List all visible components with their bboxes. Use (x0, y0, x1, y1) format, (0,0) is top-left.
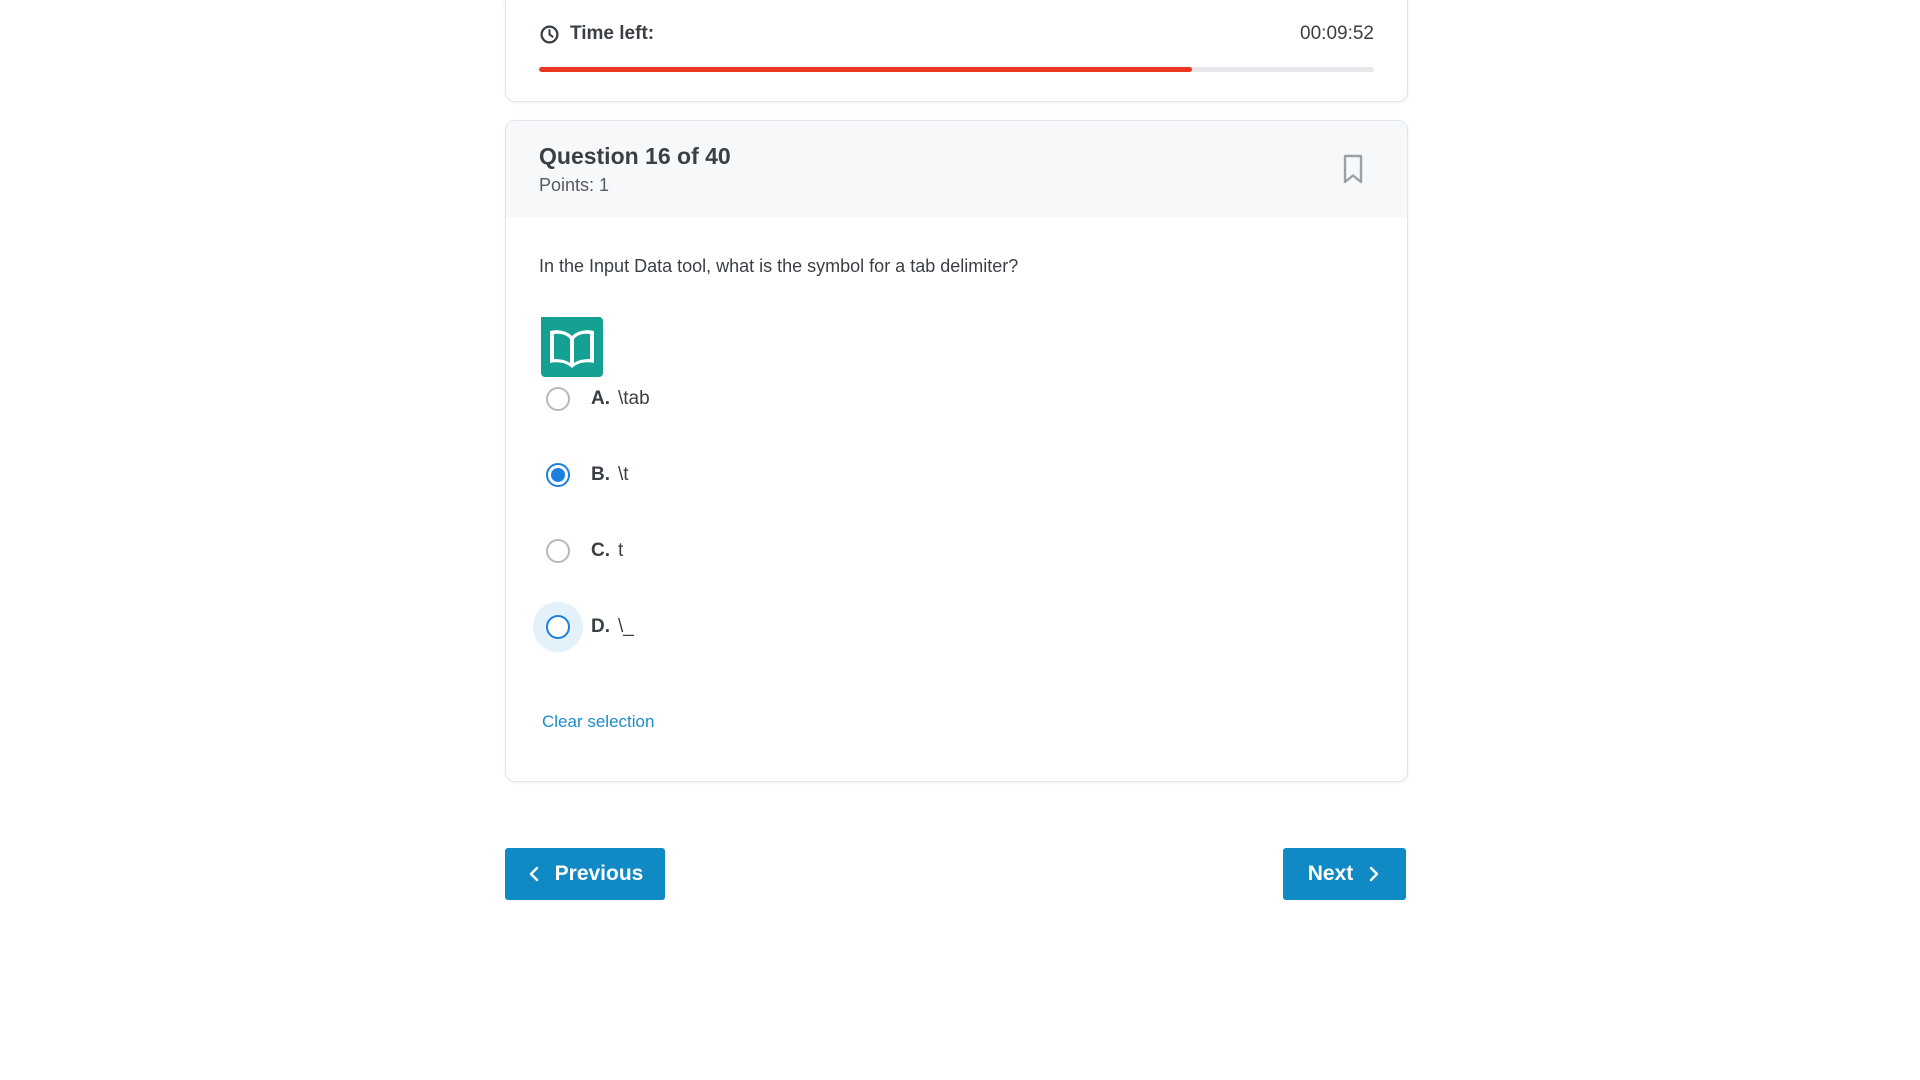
option-a-radio[interactable] (546, 387, 570, 411)
option-d-letter: D. (591, 616, 610, 637)
option-d-text: \_ (618, 616, 634, 637)
next-button[interactable]: Next (1283, 848, 1406, 900)
book-icon (541, 317, 603, 377)
chevron-right-icon (1370, 866, 1379, 882)
timer-row: Time left: 00:09:52 (539, 22, 1374, 46)
question-text: In the Input Data tool, what is the symb… (539, 256, 1019, 276)
bookmark-icon[interactable] (1339, 153, 1367, 185)
option-b-letter: B. (591, 464, 610, 485)
option-b-radio[interactable] (546, 463, 570, 487)
option-c-letter: C. (591, 540, 610, 561)
question-title: Question 16 of 40 (539, 143, 731, 169)
clock-icon (540, 24, 559, 44)
option-a-letter: A. (591, 388, 610, 409)
time-progress-fill (539, 67, 1192, 72)
option-a[interactable]: A. \tab (533, 374, 650, 424)
option-b[interactable]: B. \t (533, 450, 629, 500)
option-d[interactable]: D. \_ (533, 602, 634, 652)
previous-button[interactable]: Previous (505, 848, 665, 900)
option-c-text: t (618, 540, 624, 561)
option-d-radio[interactable] (546, 615, 570, 639)
option-c-radio[interactable] (546, 539, 570, 563)
timer-label-group: Time left: (539, 23, 654, 45)
option-c-radio-wrap[interactable] (533, 526, 583, 576)
question-card: Question 16 of 40 Points: 1 In the Input… (505, 120, 1408, 782)
previous-button-label: Previous (554, 862, 644, 885)
option-b-radio-wrap[interactable] (533, 450, 583, 500)
option-a-radio-wrap[interactable] (533, 374, 583, 424)
clear-selection-link[interactable]: Clear selection (542, 712, 654, 732)
timer-value: 00:09:52 (1300, 23, 1374, 44)
option-d-radio-wrap[interactable] (533, 602, 583, 652)
option-a-text: \tab (618, 388, 650, 409)
next-button-label: Next (1307, 862, 1354, 885)
time-progress-bar (539, 67, 1374, 72)
question-points: Points: 1 (539, 175, 610, 195)
option-b-text: \t (618, 464, 629, 485)
timer-card: Time left: 00:09:52 (505, 0, 1408, 102)
option-c[interactable]: C. t (533, 526, 623, 576)
chevron-left-icon (529, 866, 538, 882)
option-b-radio-dot (551, 468, 565, 482)
timer-label: Time left: (570, 23, 655, 44)
question-header: Question 16 of 40 Points: 1 (506, 121, 1407, 218)
